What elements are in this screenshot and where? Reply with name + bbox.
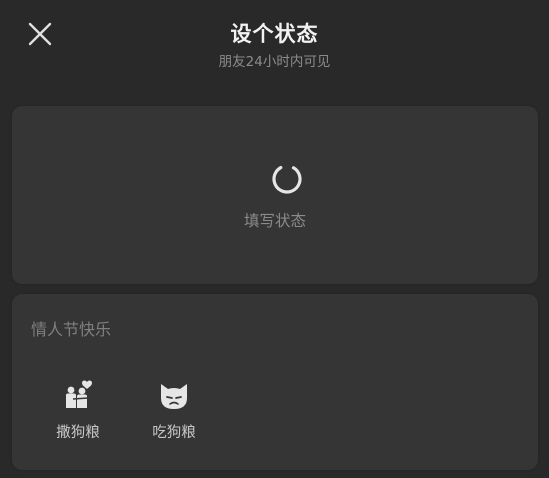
status-option-label: 吃狗粮 [152, 425, 196, 441]
header: 设个状态 朋友24小时内可见 [0, 0, 549, 100]
status-option-show-love[interactable]: 撒狗粮 [43, 378, 113, 450]
category-title: 情人节快乐 [31, 320, 112, 339]
status-option-label: 撒狗粮 [56, 425, 100, 441]
status-input-card[interactable]: 填写状态 [12, 106, 538, 284]
page-title: 设个状态 [230, 22, 319, 46]
couple-hug-heart-icon [66, 380, 92, 411]
sad-cat-face-icon [161, 384, 187, 409]
status-input-label: 填写状态 [243, 212, 306, 230]
category-card-valentine: 情人节快乐 撒狗粮 吃狗粮 [12, 294, 538, 470]
page-subtitle: 朋友24小时内可见 [218, 54, 331, 70]
status-option-envy[interactable]: 吃狗粮 [139, 378, 209, 450]
status-setting-screen: 设个状态 朋友24小时内可见 填写状态 情人节快乐 撒狗粮 吃狗粮 [0, 0, 549, 478]
loading-ring-icon [272, 164, 302, 194]
